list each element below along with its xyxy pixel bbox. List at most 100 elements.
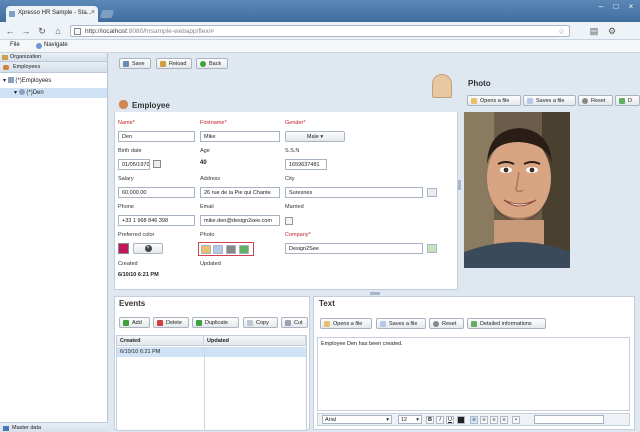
gender-select[interactable]: Male ▾ <box>285 131 345 142</box>
delete-button[interactable]: Delete <box>153 317 189 328</box>
database-icon <box>3 426 9 431</box>
salary-label: Salary <box>118 176 134 182</box>
table-row[interactable]: 6/10/10 6:21 PM <box>117 347 306 357</box>
master-data-footer[interactable]: Master data <box>0 422 108 432</box>
back-arrow-icon[interactable]: ← <box>4 25 16 37</box>
star-icon[interactable]: ☆ <box>558 27 565 36</box>
file-menu[interactable]: File <box>10 42 20 48</box>
bullet-list-icon[interactable]: • <box>512 416 520 424</box>
column-header-created[interactable]: Created <box>117 336 204 346</box>
close-tab-icon[interactable]: × <box>91 9 95 16</box>
italic-icon[interactable]: I <box>436 416 444 424</box>
firstname-field[interactable]: Mike <box>200 131 280 142</box>
underline-icon[interactable]: U <box>446 416 454 424</box>
justify-icon[interactable]: ≡ <box>500 416 508 424</box>
column-header-updated[interactable]: Updated <box>204 336 306 346</box>
new-tab-button[interactable] <box>99 10 115 18</box>
age-value: 40 <box>200 160 207 166</box>
expand-icon[interactable]: ▾ <box>14 90 17 96</box>
editor-content: Employee Den has been created. <box>321 341 403 347</box>
bold-icon[interactable]: B <box>426 416 434 424</box>
duplicate-label: Duplicate <box>205 320 228 326</box>
color-swatch[interactable] <box>118 243 129 254</box>
text-open-button[interactable]: Opens a file <box>320 318 372 329</box>
tree-label-den: (*)Den <box>26 90 44 96</box>
reload-icon[interactable]: ↻ <box>36 25 48 37</box>
company-label: Company* <box>285 232 311 238</box>
text-reset-label: Reset <box>442 321 457 327</box>
tab-title: Xpresso HR Sample - Sta... <box>18 10 92 16</box>
text-editor[interactable]: Employee Den has been created. <box>317 337 630 411</box>
size-value: 12 <box>401 417 408 423</box>
align-center-icon[interactable]: ≡ <box>480 416 488 424</box>
page-menu-icon[interactable]: ▤ <box>588 25 600 37</box>
birth-date-field[interactable]: 01/05/1970 <box>118 159 150 170</box>
company-lookup-icon[interactable] <box>427 244 437 253</box>
clear-color-button[interactable]: × <box>133 243 163 254</box>
employees-module[interactable]: Employees <box>0 62 107 73</box>
check-icon[interactable] <box>239 245 249 254</box>
forward-arrow-icon[interactable]: → <box>20 25 32 37</box>
expand-icon[interactable]: ▾ <box>3 78 6 84</box>
duplicate-button[interactable]: Duplicate <box>192 317 239 328</box>
tree-node-den[interactable]: ▾ (*)Den <box>0 88 107 98</box>
reload-button[interactable]: Reload <box>156 58 192 69</box>
text-color-icon[interactable] <box>457 416 465 424</box>
navigate-menu[interactable]: Navigate <box>44 42 68 48</box>
city-field[interactable]: Suresnes <box>285 187 423 198</box>
open-file-icon[interactable] <box>201 245 211 254</box>
photo-reset-button[interactable]: Reset <box>578 95 613 106</box>
photo-label: Photo <box>200 232 215 238</box>
home-icon[interactable]: ⌂ <box>52 25 64 37</box>
created-value: 6/10/10 6:21 PM <box>118 272 159 278</box>
photo-ok-button[interactable]: D <box>615 95 640 106</box>
company-field[interactable]: Design2See <box>285 243 423 254</box>
add-button[interactable]: Add <box>119 317 150 328</box>
cut-icon <box>285 320 291 326</box>
organization-header[interactable]: Organization <box>0 53 107 62</box>
ssn-field[interactable]: 1659637481 <box>285 159 327 170</box>
close-window-icon[interactable]: × <box>624 2 638 12</box>
save-button[interactable]: Save <box>119 58 151 69</box>
city-lookup-icon[interactable] <box>427 188 437 197</box>
back-button[interactable]: Back <box>196 58 228 69</box>
navigate-icon <box>36 43 42 49</box>
photo-open-button[interactable]: Opens a file <box>467 95 521 106</box>
details-button[interactable]: Detailed informations <box>467 318 546 329</box>
size-select[interactable]: 12 ▾ <box>398 415 422 424</box>
splitter-handle-vertical[interactable] <box>458 180 461 190</box>
reload-label: Reload <box>169 61 187 67</box>
copy-icon <box>247 320 253 326</box>
cut-button[interactable]: Cut <box>281 317 308 328</box>
splitter-handle[interactable] <box>370 292 380 295</box>
minimize-icon[interactable]: – <box>594 2 608 12</box>
phone-field[interactable]: +33 1 968 846 398 <box>118 215 195 226</box>
save-file-icon[interactable] <box>213 245 223 254</box>
married-checkbox[interactable] <box>285 217 293 225</box>
wrench-icon[interactable]: ⚙ <box>606 25 618 37</box>
maximize-icon[interactable]: □ <box>609 2 623 12</box>
calendar-icon[interactable] <box>153 160 161 168</box>
photo-save-button[interactable]: Saves a file <box>523 95 576 106</box>
copy-button[interactable]: Copy <box>243 317 278 328</box>
browser-tab[interactable]: Xpresso HR Sample - Sta... × <box>6 6 98 22</box>
align-right-icon[interactable]: ≡ <box>490 416 498 424</box>
font-select[interactable]: Arial ▾ <box>322 415 392 424</box>
address-bar[interactable]: http://localhost:8080/hrsample-webapp/fl… <box>70 25 570 37</box>
photo-panel-title: Photo <box>468 79 491 88</box>
updated-label: Updated <box>200 261 221 267</box>
text-reset-button[interactable]: Reset <box>429 318 464 329</box>
text-save-button[interactable]: Saves a file <box>376 318 426 329</box>
align-left-icon[interactable]: ≡ <box>470 416 478 424</box>
gender-value: Male <box>306 134 319 140</box>
clear-icon: × <box>144 245 152 252</box>
url-path: :8080/hrsample-webapp/flex/# <box>126 28 215 35</box>
tree-node-employees[interactable]: ▾ (*)Employees <box>3 77 51 84</box>
salary-field[interactable]: 60,000.00 <box>118 187 195 198</box>
reset-icon[interactable] <box>226 245 236 254</box>
email-field[interactable]: mike.den@design2see.com <box>200 215 280 226</box>
save-icon <box>123 61 129 67</box>
name-field[interactable]: Den <box>118 131 195 142</box>
address-field[interactable]: 26 rue de la Pie qui Chante <box>200 187 280 198</box>
link-field[interactable] <box>534 415 604 424</box>
